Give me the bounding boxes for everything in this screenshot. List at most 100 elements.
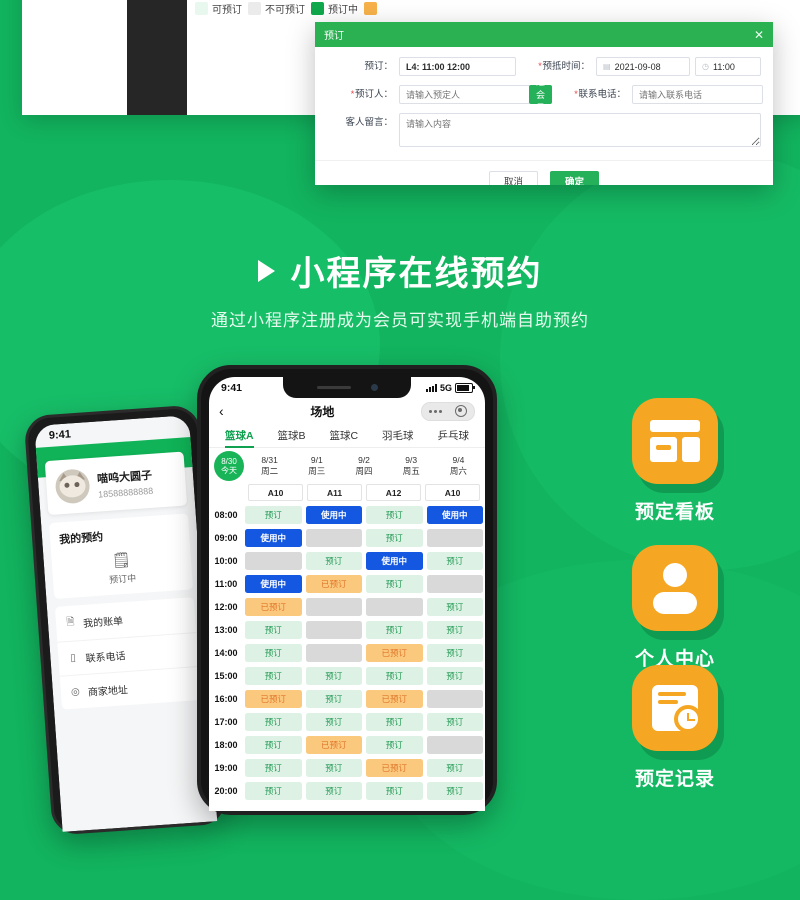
booker-input[interactable] [399, 85, 530, 104]
booking-slot-booked[interactable]: 已预订 [366, 758, 423, 777]
date-item[interactable]: 9/2 周四 [340, 455, 387, 477]
booking-slot-using[interactable]: 使用中 [245, 574, 302, 593]
booking-slot-booked[interactable]: 已预订 [366, 643, 423, 662]
booking-grid-row: 15:00 预订 预订 预订 预订 [209, 664, 485, 687]
booking-slot-booked[interactable]: 已预订 [366, 689, 423, 708]
booking-slot-free[interactable]: 预订 [245, 666, 302, 685]
court-header[interactable]: A12 [366, 484, 421, 501]
booking-slot-free[interactable]: 预订 [426, 643, 483, 662]
user-card[interactable]: 喵呜大圆子 18588888888 [44, 451, 188, 516]
feature-personal-center[interactable]: 个人中心 [590, 545, 760, 671]
booking-slot-using[interactable]: 使用中 [245, 528, 302, 547]
booking-slot-free[interactable]: 预订 [366, 712, 423, 731]
booking-slot-using[interactable]: 使用中 [366, 551, 423, 570]
booking-slot-booked[interactable]: 已预订 [305, 574, 362, 593]
booking-slot-free[interactable]: 预订 [305, 689, 362, 708]
booking-slot-free[interactable]: 预订 [305, 666, 362, 685]
legend-label: 可预订 [212, 4, 242, 16]
booking-slot-using[interactable]: 使用中 [305, 505, 362, 524]
court-spacer [212, 484, 246, 501]
date-item[interactable]: 9/4 周六 [435, 455, 482, 477]
arrive-time-input[interactable]: ◷ 11:00 [695, 57, 761, 76]
booking-slot-free[interactable]: 预订 [366, 574, 423, 593]
tab-tabletennis[interactable]: 乒乓球 [437, 428, 469, 443]
booking-slot-free[interactable]: 预订 [426, 758, 483, 777]
date-item[interactable]: 9/3 周五 [388, 455, 435, 477]
booking-slot-free[interactable]: 预订 [245, 735, 302, 754]
date-day: 周二 [261, 466, 279, 476]
feature-booking-board[interactable]: 预定看板 [590, 398, 760, 524]
booking-slot-free[interactable]: 预订 [245, 758, 302, 777]
select-member-button[interactable]: 选会员 [529, 77, 553, 113]
phone-right-screen: 9:41 5G ‹ 场地 篮球A 篮球B 篮球C 羽毛球 乒乓球 8/30 今天… [209, 377, 485, 811]
court-header[interactable]: A10 [425, 484, 480, 501]
booking-slot-free[interactable]: 预订 [426, 597, 483, 616]
court-header[interactable]: A11 [307, 484, 362, 501]
booking-slot-free[interactable]: 预订 [366, 528, 423, 547]
miniprogram-capsule[interactable] [421, 401, 475, 421]
booking-slot-free[interactable]: 预订 [426, 620, 483, 639]
booking-slot-free[interactable]: 预订 [366, 781, 423, 800]
booking-slot-free[interactable]: 预订 [305, 712, 362, 731]
booking-slot-free[interactable]: 预订 [426, 781, 483, 800]
tab-basketball-c[interactable]: 篮球C [329, 428, 358, 443]
booking-slot-free[interactable]: 预订 [366, 505, 423, 524]
booking-grid: 08:00 预订 使用中 预订 使用中 09:00 使用中 预订 10:00 预订 使用中 预订 11:… [209, 503, 485, 802]
phone-input[interactable] [632, 85, 764, 104]
booking-slot-none [305, 597, 362, 616]
booking-value-input[interactable]: L4: 11:00 12:00 [399, 57, 516, 76]
booking-slot-using[interactable]: 使用中 [426, 505, 483, 524]
tab-basketball-a[interactable]: 篮球A [224, 428, 254, 448]
date-number: 9/1 [310, 454, 323, 465]
clock-icon: ◷ [702, 62, 709, 71]
note-textarea[interactable] [399, 113, 761, 147]
cancel-button[interactable]: 取消 [488, 170, 538, 185]
phone-mockup-booking: 9:41 5G ‹ 场地 篮球A 篮球B 篮球C 羽毛球 乒乓球 8/30 今天… [197, 365, 497, 815]
booking-slot-free[interactable]: 预订 [426, 712, 483, 731]
booking-grid-row: 10:00 预订 使用中 预订 [209, 549, 485, 572]
more-dots-icon[interactable] [428, 409, 442, 413]
tab-basketball-b[interactable]: 篮球B [278, 428, 306, 443]
booking-slot-free[interactable]: 预订 [305, 758, 362, 777]
booking-grid-row: 16:00 已预订 预订 已预订 [209, 687, 485, 710]
date-item[interactable]: 9/1 周三 [293, 455, 340, 477]
booking-slot-booked[interactable]: 已预订 [245, 689, 302, 708]
target-circle-icon[interactable] [455, 405, 468, 417]
court-header[interactable]: A10 [248, 484, 303, 501]
booking-slot-booked[interactable]: 已预订 [245, 597, 302, 616]
booking-slot-free[interactable]: 预订 [366, 620, 423, 639]
booking-dialog: 预订 ✕ 预订： L4: 11:00 12:00 *预抵时间： ▤ 2021-09… [315, 22, 773, 185]
venue-tabs[interactable]: 篮球A 篮球B 篮球C 羽毛球 乒乓球 [209, 424, 485, 448]
date-item-today[interactable]: 8/30 今天 [212, 451, 246, 481]
feature-booking-record[interactable]: 预定记录 [590, 665, 760, 791]
hour-label: 12:00 [214, 601, 238, 612]
booking-status-entry[interactable]: 🗒 预订中 [60, 549, 183, 589]
chevron-left-icon[interactable]: ‹ [219, 404, 224, 418]
confirm-button[interactable]: 确定 [550, 170, 600, 185]
tab-badminton[interactable]: 羽毛球 [382, 428, 414, 443]
booking-slot-free[interactable]: 预订 [366, 666, 423, 685]
booking-slot-free[interactable]: 预订 [245, 505, 302, 524]
booking-slot-free[interactable]: 预订 [245, 712, 302, 731]
date-selector[interactable]: 8/30 今天 8/31 周二 9/1 周三 9/2 周四 9/3 周五 9/4… [209, 448, 485, 484]
desktop-sidebar[interactable]: ▭ 营销 设置 [127, 0, 187, 115]
booking-slot-free[interactable]: 预订 [245, 643, 302, 662]
booking-grid-row: 12:00 已预订 预订 [209, 595, 485, 618]
booking-slot-booked[interactable]: 已预订 [305, 735, 362, 754]
arrive-date-input[interactable]: ▤ 2021-09-08 [596, 57, 690, 76]
booking-slot-free[interactable]: 预订 [426, 666, 483, 685]
date-item[interactable]: 8/31 周二 [246, 455, 293, 477]
arrive-label: *预抵时间： [537, 61, 590, 72]
booking-slot-free[interactable]: 预订 [426, 551, 483, 570]
headline-row: 小程序在线预约 [257, 246, 543, 295]
date-number: 8/30 [221, 456, 237, 466]
booking-slot-free[interactable]: 预订 [366, 735, 423, 754]
hour-label: 09:00 [214, 532, 238, 543]
booking-slot-free[interactable]: 预订 [245, 620, 302, 639]
close-icon[interactable]: ✕ [754, 29, 764, 41]
booking-slot-free[interactable]: 预订 [245, 781, 302, 800]
booking-slot-free[interactable]: 预订 [305, 551, 362, 570]
dialog-title: 预订 [324, 31, 344, 42]
booking-slot-free[interactable]: 预订 [305, 781, 362, 800]
person-icon [632, 545, 718, 631]
